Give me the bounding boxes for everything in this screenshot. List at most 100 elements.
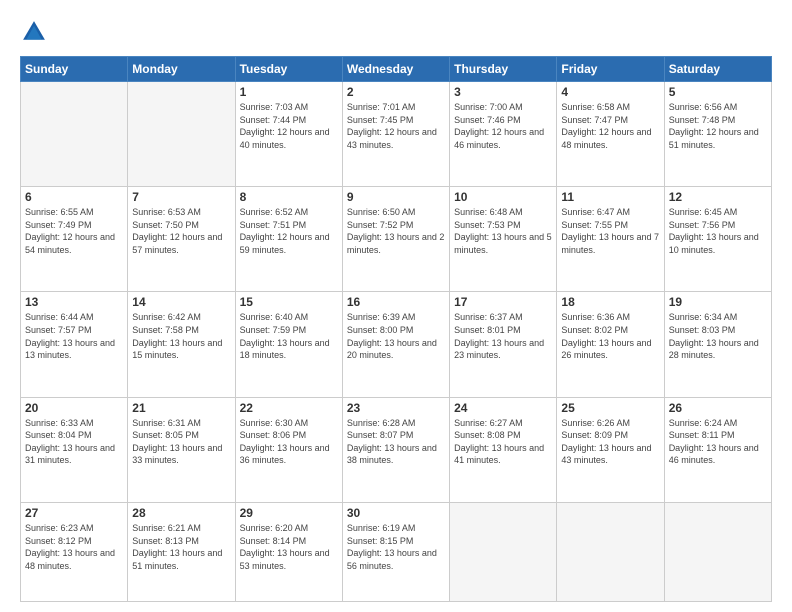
calendar-cell: 25 Sunrise: 6:26 AM Sunset: 8:09 PM Dayli… bbox=[557, 397, 664, 502]
day-number: 8 bbox=[240, 190, 338, 204]
day-info: Sunrise: 6:30 AM Sunset: 8:06 PM Dayligh… bbox=[240, 417, 338, 467]
calendar-week-3: 13 Sunrise: 6:44 AM Sunset: 7:57 PM Dayli… bbox=[21, 292, 772, 397]
page: SundayMondayTuesdayWednesdayThursdayFrid… bbox=[0, 0, 792, 612]
calendar-cell: 14 Sunrise: 6:42 AM Sunset: 7:58 PM Dayli… bbox=[128, 292, 235, 397]
day-info: Sunrise: 6:26 AM Sunset: 8:09 PM Dayligh… bbox=[561, 417, 659, 467]
calendar-cell: 12 Sunrise: 6:45 AM Sunset: 7:56 PM Dayli… bbox=[664, 187, 771, 292]
day-info: Sunrise: 7:01 AM Sunset: 7:45 PM Dayligh… bbox=[347, 101, 445, 151]
calendar-cell: 4 Sunrise: 6:58 AM Sunset: 7:47 PM Daylig… bbox=[557, 82, 664, 187]
day-number: 3 bbox=[454, 85, 552, 99]
calendar-cell: 6 Sunrise: 6:55 AM Sunset: 7:49 PM Daylig… bbox=[21, 187, 128, 292]
calendar-week-2: 6 Sunrise: 6:55 AM Sunset: 7:49 PM Daylig… bbox=[21, 187, 772, 292]
calendar-cell: 9 Sunrise: 6:50 AM Sunset: 7:52 PM Daylig… bbox=[342, 187, 449, 292]
calendar-week-4: 20 Sunrise: 6:33 AM Sunset: 8:04 PM Dayli… bbox=[21, 397, 772, 502]
weekday-header-wednesday: Wednesday bbox=[342, 57, 449, 82]
day-number: 14 bbox=[132, 295, 230, 309]
day-info: Sunrise: 6:20 AM Sunset: 8:14 PM Dayligh… bbox=[240, 522, 338, 572]
calendar-cell: 7Sunrise: 6:53 AM Sunset: 7:50 PM Daylig… bbox=[128, 187, 235, 292]
day-number: 6 bbox=[25, 190, 123, 204]
weekday-header-saturday: Saturday bbox=[664, 57, 771, 82]
day-info: Sunrise: 6:37 AM Sunset: 8:01 PM Dayligh… bbox=[454, 311, 552, 361]
day-info: Sunrise: 6:33 AM Sunset: 8:04 PM Dayligh… bbox=[25, 417, 123, 467]
day-info: Sunrise: 6:56 AM Sunset: 7:48 PM Dayligh… bbox=[669, 101, 767, 151]
day-info: Sunrise: 6:55 AM Sunset: 7:49 PM Dayligh… bbox=[25, 206, 123, 256]
day-info: Sunrise: 6:40 AM Sunset: 7:59 PM Dayligh… bbox=[240, 311, 338, 361]
calendar-cell: 19Sunrise: 6:34 AM Sunset: 8:03 PM Dayli… bbox=[664, 292, 771, 397]
weekday-header-thursday: Thursday bbox=[450, 57, 557, 82]
day-info: Sunrise: 6:52 AM Sunset: 7:51 PM Dayligh… bbox=[240, 206, 338, 256]
day-number: 22 bbox=[240, 401, 338, 415]
day-number: 12 bbox=[669, 190, 767, 204]
day-number: 26 bbox=[669, 401, 767, 415]
day-number: 25 bbox=[561, 401, 659, 415]
calendar-cell: 16Sunrise: 6:39 AM Sunset: 8:00 PM Dayli… bbox=[342, 292, 449, 397]
day-info: Sunrise: 6:58 AM Sunset: 7:47 PM Dayligh… bbox=[561, 101, 659, 151]
day-number: 20 bbox=[25, 401, 123, 415]
calendar-cell: 15 Sunrise: 6:40 AM Sunset: 7:59 PM Dayli… bbox=[235, 292, 342, 397]
day-info: Sunrise: 7:03 AM Sunset: 7:44 PM Dayligh… bbox=[240, 101, 338, 151]
day-info: Sunrise: 7:00 AM Sunset: 7:46 PM Dayligh… bbox=[454, 101, 552, 151]
day-number: 18 bbox=[561, 295, 659, 309]
day-number: 30 bbox=[347, 506, 445, 520]
day-info: Sunrise: 6:24 AM Sunset: 8:11 PM Dayligh… bbox=[669, 417, 767, 467]
calendar-week-5: 27Sunrise: 6:23 AM Sunset: 8:12 PM Dayli… bbox=[21, 502, 772, 601]
calendar-cell: 5 Sunrise: 6:56 AM Sunset: 7:48 PM Daylig… bbox=[664, 82, 771, 187]
day-number: 17 bbox=[454, 295, 552, 309]
weekday-header-monday: Monday bbox=[128, 57, 235, 82]
day-number: 1 bbox=[240, 85, 338, 99]
day-number: 2 bbox=[347, 85, 445, 99]
day-info: Sunrise: 6:44 AM Sunset: 7:57 PM Dayligh… bbox=[25, 311, 123, 361]
calendar-cell: 24 Sunrise: 6:27 AM Sunset: 8:08 PM Dayli… bbox=[450, 397, 557, 502]
calendar-cell: 10Sunrise: 6:48 AM Sunset: 7:53 PM Dayli… bbox=[450, 187, 557, 292]
day-number: 21 bbox=[132, 401, 230, 415]
calendar-cell: 26 Sunrise: 6:24 AM Sunset: 8:11 PM Dayli… bbox=[664, 397, 771, 502]
calendar-cell: 11 Sunrise: 6:47 AM Sunset: 7:55 PM Dayli… bbox=[557, 187, 664, 292]
day-number: 9 bbox=[347, 190, 445, 204]
day-number: 15 bbox=[240, 295, 338, 309]
day-info: Sunrise: 6:48 AM Sunset: 7:53 PM Dayligh… bbox=[454, 206, 552, 256]
day-info: Sunrise: 6:53 AM Sunset: 7:50 PM Dayligh… bbox=[132, 206, 230, 256]
calendar-cell: 17 Sunrise: 6:37 AM Sunset: 8:01 PM Dayli… bbox=[450, 292, 557, 397]
weekday-header-sunday: Sunday bbox=[21, 57, 128, 82]
day-info: Sunrise: 6:50 AM Sunset: 7:52 PM Dayligh… bbox=[347, 206, 445, 256]
day-number: 16 bbox=[347, 295, 445, 309]
calendar-cell: 1 Sunrise: 7:03 AM Sunset: 7:44 PM Daylig… bbox=[235, 82, 342, 187]
calendar-cell bbox=[664, 502, 771, 601]
day-number: 4 bbox=[561, 85, 659, 99]
calendar-cell: 8 Sunrise: 6:52 AM Sunset: 7:51 PM Daylig… bbox=[235, 187, 342, 292]
day-number: 29 bbox=[240, 506, 338, 520]
calendar-cell bbox=[450, 502, 557, 601]
day-info: Sunrise: 6:27 AM Sunset: 8:08 PM Dayligh… bbox=[454, 417, 552, 467]
calendar-cell: 21 Sunrise: 6:31 AM Sunset: 8:05 PM Dayli… bbox=[128, 397, 235, 502]
calendar-cell: 22 Sunrise: 6:30 AM Sunset: 8:06 PM Dayli… bbox=[235, 397, 342, 502]
calendar-cell bbox=[557, 502, 664, 601]
day-info: Sunrise: 6:45 AM Sunset: 7:56 PM Dayligh… bbox=[669, 206, 767, 256]
day-number: 28 bbox=[132, 506, 230, 520]
day-info: Sunrise: 6:23 AM Sunset: 8:12 PM Dayligh… bbox=[25, 522, 123, 572]
day-info: Sunrise: 6:31 AM Sunset: 8:05 PM Dayligh… bbox=[132, 417, 230, 467]
calendar-cell bbox=[21, 82, 128, 187]
calendar-cell: 27Sunrise: 6:23 AM Sunset: 8:12 PM Dayli… bbox=[21, 502, 128, 601]
day-number: 24 bbox=[454, 401, 552, 415]
calendar-cell: 13 Sunrise: 6:44 AM Sunset: 7:57 PM Dayli… bbox=[21, 292, 128, 397]
day-info: Sunrise: 6:19 AM Sunset: 8:15 PM Dayligh… bbox=[347, 522, 445, 572]
calendar-week-1: 1 Sunrise: 7:03 AM Sunset: 7:44 PM Daylig… bbox=[21, 82, 772, 187]
day-number: 5 bbox=[669, 85, 767, 99]
calendar-header-row: SundayMondayTuesdayWednesdayThursdayFrid… bbox=[21, 57, 772, 82]
day-number: 23 bbox=[347, 401, 445, 415]
calendar-cell: 29 Sunrise: 6:20 AM Sunset: 8:14 PM Dayli… bbox=[235, 502, 342, 601]
calendar-cell: 30 Sunrise: 6:19 AM Sunset: 8:15 PM Dayli… bbox=[342, 502, 449, 601]
calendar-cell: 28 Sunrise: 6:21 AM Sunset: 8:13 PM Dayli… bbox=[128, 502, 235, 601]
weekday-header-tuesday: Tuesday bbox=[235, 57, 342, 82]
day-info: Sunrise: 6:21 AM Sunset: 8:13 PM Dayligh… bbox=[132, 522, 230, 572]
calendar-cell: 23Sunrise: 6:28 AM Sunset: 8:07 PM Dayli… bbox=[342, 397, 449, 502]
header bbox=[20, 18, 772, 46]
calendar-cell: 2 Sunrise: 7:01 AM Sunset: 7:45 PM Daylig… bbox=[342, 82, 449, 187]
day-info: Sunrise: 6:42 AM Sunset: 7:58 PM Dayligh… bbox=[132, 311, 230, 361]
day-number: 13 bbox=[25, 295, 123, 309]
calendar-cell: 3 Sunrise: 7:00 AM Sunset: 7:46 PM Daylig… bbox=[450, 82, 557, 187]
calendar-table: SundayMondayTuesdayWednesdayThursdayFrid… bbox=[20, 56, 772, 602]
calendar-cell: 18Sunrise: 6:36 AM Sunset: 8:02 PM Dayli… bbox=[557, 292, 664, 397]
day-number: 11 bbox=[561, 190, 659, 204]
day-info: Sunrise: 6:47 AM Sunset: 7:55 PM Dayligh… bbox=[561, 206, 659, 256]
